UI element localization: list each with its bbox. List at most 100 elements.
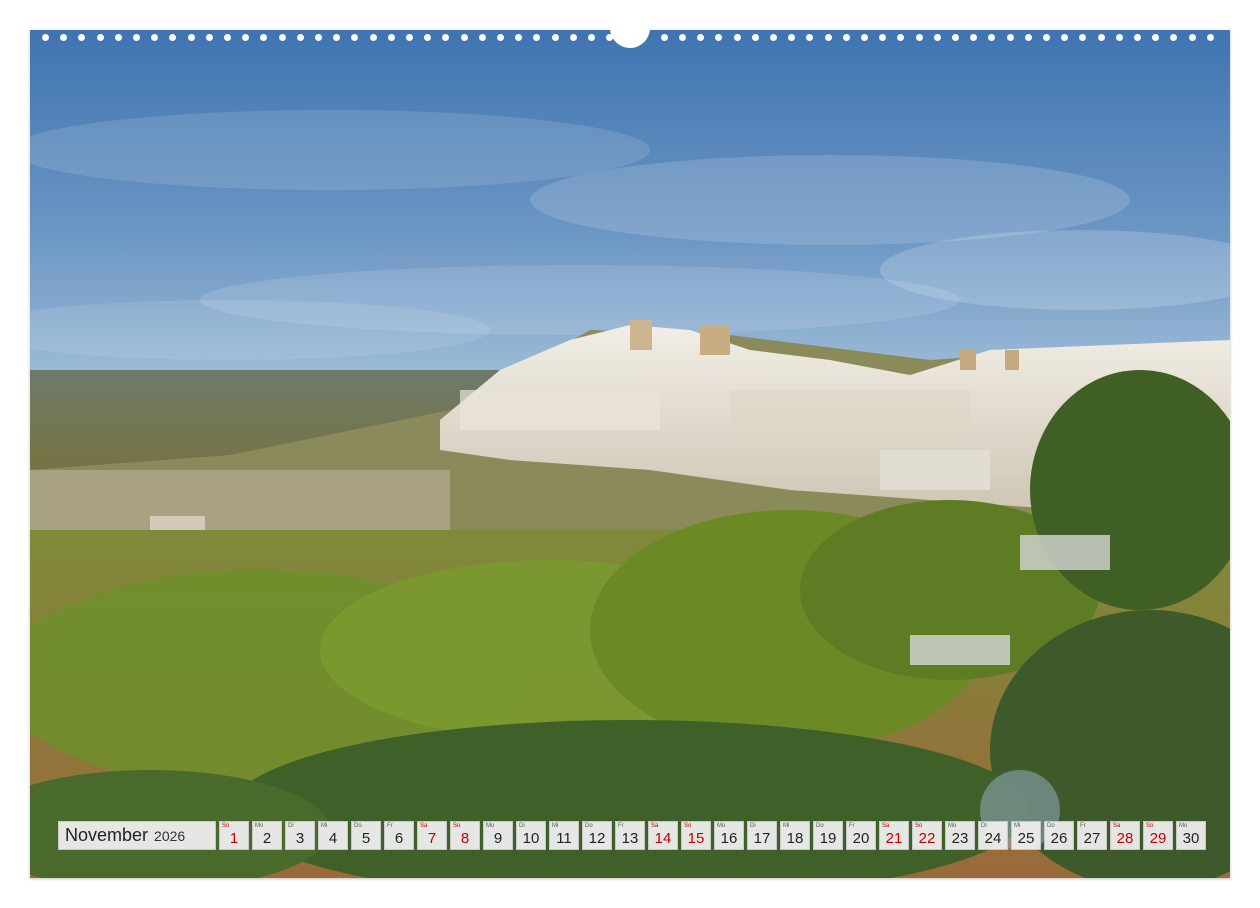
- day-cell: Di 3: [285, 821, 315, 850]
- day-weekday: So: [453, 823, 461, 829]
- binding-hole: [224, 34, 231, 41]
- day-number: 2: [262, 830, 272, 847]
- binding-hole: [460, 34, 468, 41]
- binding-hole: [114, 34, 122, 41]
- day-weekday: Di: [519, 823, 525, 829]
- day-weekday: Do: [354, 823, 362, 829]
- day-weekday: Do: [585, 823, 593, 829]
- binding-hole: [1115, 34, 1123, 41]
- day-cell: Sa 28: [1110, 821, 1140, 850]
- day-cell: So 22: [912, 821, 942, 850]
- day-number: 10: [522, 830, 540, 847]
- binding-hole: [1043, 34, 1050, 41]
- day-number: 20: [852, 830, 870, 847]
- binding-hole: [988, 34, 996, 41]
- binding-hole: [1006, 34, 1014, 41]
- binding-hole: [1170, 34, 1178, 41]
- binding-hole: [715, 34, 723, 41]
- day-number: 5: [361, 830, 371, 847]
- day-number: 1: [229, 830, 239, 847]
- day-weekday: Sa: [882, 823, 890, 829]
- day-number: 19: [819, 830, 837, 847]
- binding-hole: [788, 34, 796, 41]
- day-cell: So 15: [681, 821, 711, 850]
- day-weekday: So: [684, 823, 692, 829]
- binding-hole: [660, 34, 668, 41]
- day-cell: Do 12: [582, 821, 612, 850]
- binding-hole: [915, 34, 923, 41]
- binding-hole: [824, 34, 832, 41]
- day-cell: Mi 11: [549, 821, 579, 850]
- day-number: 8: [460, 830, 470, 847]
- binding-hole: [406, 34, 413, 41]
- day-number: 22: [918, 830, 936, 847]
- binding-hole: [897, 34, 905, 41]
- binding-hole: [1097, 34, 1105, 41]
- day-cell: Mi 18: [780, 821, 810, 850]
- day-number: 29: [1149, 830, 1167, 847]
- day-number: 4: [328, 830, 338, 847]
- day-weekday: Mi: [783, 823, 790, 829]
- day-weekday: Di: [750, 823, 756, 829]
- day-cell: Sa 21: [879, 821, 909, 850]
- binding-hole: [679, 34, 686, 41]
- day-number: 17: [753, 830, 771, 847]
- binding-hole: [933, 34, 941, 41]
- day-number: 14: [654, 830, 672, 847]
- month-year: 2026: [154, 827, 186, 844]
- day-cell: Sa 14: [648, 821, 678, 850]
- day-weekday: Di: [288, 823, 294, 829]
- day-cell: Fr 27: [1077, 821, 1107, 850]
- binding-hole: [1024, 34, 1032, 41]
- day-cell: Fr 20: [846, 821, 876, 850]
- day-number: 21: [885, 830, 903, 847]
- day-number: 18: [786, 830, 804, 847]
- day-cell: Di 24: [978, 821, 1008, 850]
- photo-illustration: [30, 30, 1230, 878]
- binding-hole: [1134, 34, 1141, 41]
- day-cell: Mi 4: [318, 821, 348, 850]
- day-weekday: Sa: [420, 823, 428, 829]
- day-number: 26: [1050, 830, 1068, 847]
- day-cell: So 8: [450, 821, 480, 850]
- day-weekday: Do: [816, 823, 824, 829]
- day-number: 3: [295, 830, 305, 847]
- day-weekday: Fr: [1080, 823, 1086, 829]
- day-weekday: Do: [1047, 823, 1055, 829]
- day-number: 9: [493, 830, 503, 847]
- day-cell: Do 5: [351, 821, 381, 850]
- day-weekday: Sa: [651, 823, 659, 829]
- landscape-photo: [30, 30, 1230, 878]
- day-number: 23: [951, 830, 969, 847]
- binding-hole: [151, 34, 159, 41]
- binding-hole: [697, 34, 705, 41]
- binding-hole: [861, 34, 868, 41]
- binding-hole: [1061, 34, 1069, 41]
- binding-hole: [315, 34, 322, 41]
- day-cell: Mo 2: [252, 821, 282, 850]
- day-weekday: Fr: [849, 823, 855, 829]
- binding-hole: [242, 34, 250, 41]
- day-weekday: Mo: [1179, 823, 1188, 829]
- binding-hole: [387, 34, 395, 41]
- binding-hole: [497, 34, 504, 41]
- day-number: 6: [394, 830, 404, 847]
- day-weekday: Sa: [1113, 823, 1121, 829]
- day-number: 28: [1116, 830, 1134, 847]
- binding-hole: [369, 34, 377, 41]
- day-weekday: Di: [981, 823, 987, 829]
- day-number: 11: [556, 830, 572, 847]
- day-number: 24: [984, 830, 1002, 847]
- binding-hole: [169, 34, 177, 41]
- day-cell: Mo 23: [945, 821, 975, 850]
- binding-hole: [333, 34, 341, 41]
- binding-hole: [133, 34, 140, 41]
- day-weekday: So: [1146, 823, 1154, 829]
- binding-hole: [751, 34, 759, 41]
- binding-hole: [588, 34, 595, 41]
- binding-hole: [296, 34, 304, 41]
- day-number: 13: [621, 830, 639, 847]
- binding-hole: [1079, 34, 1087, 41]
- day-cell: So 29: [1143, 821, 1173, 850]
- binding-hole: [1152, 34, 1160, 41]
